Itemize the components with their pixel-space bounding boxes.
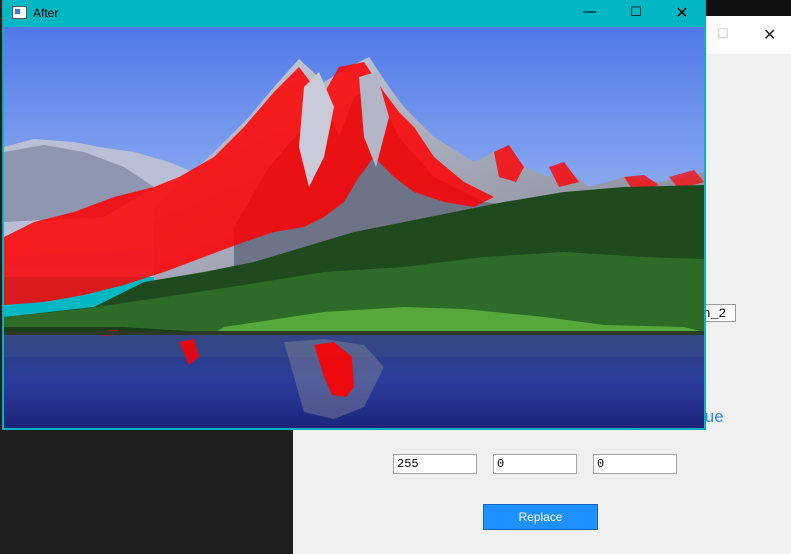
maximize-icon[interactable]: ☐: [613, 0, 659, 27]
red-value-input[interactable]: [393, 454, 477, 474]
background-topbar: [704, 0, 791, 16]
after-window: After — ☐ ✕: [3, 0, 705, 429]
close-icon[interactable]: ✕: [659, 0, 705, 27]
maximize-icon[interactable]: ☐: [717, 26, 729, 44]
close-icon[interactable]: ✕: [763, 26, 776, 44]
after-titlebar[interactable]: After — ☐ ✕: [3, 0, 705, 27]
green-value-input[interactable]: [493, 454, 577, 474]
app-icon: [12, 6, 27, 19]
window-title: After: [33, 6, 59, 20]
blue-value-input[interactable]: [593, 454, 677, 474]
replace-button[interactable]: Replace: [483, 504, 598, 530]
minimize-icon[interactable]: —: [567, 0, 613, 27]
mountain-lake-image: [4, 27, 704, 428]
